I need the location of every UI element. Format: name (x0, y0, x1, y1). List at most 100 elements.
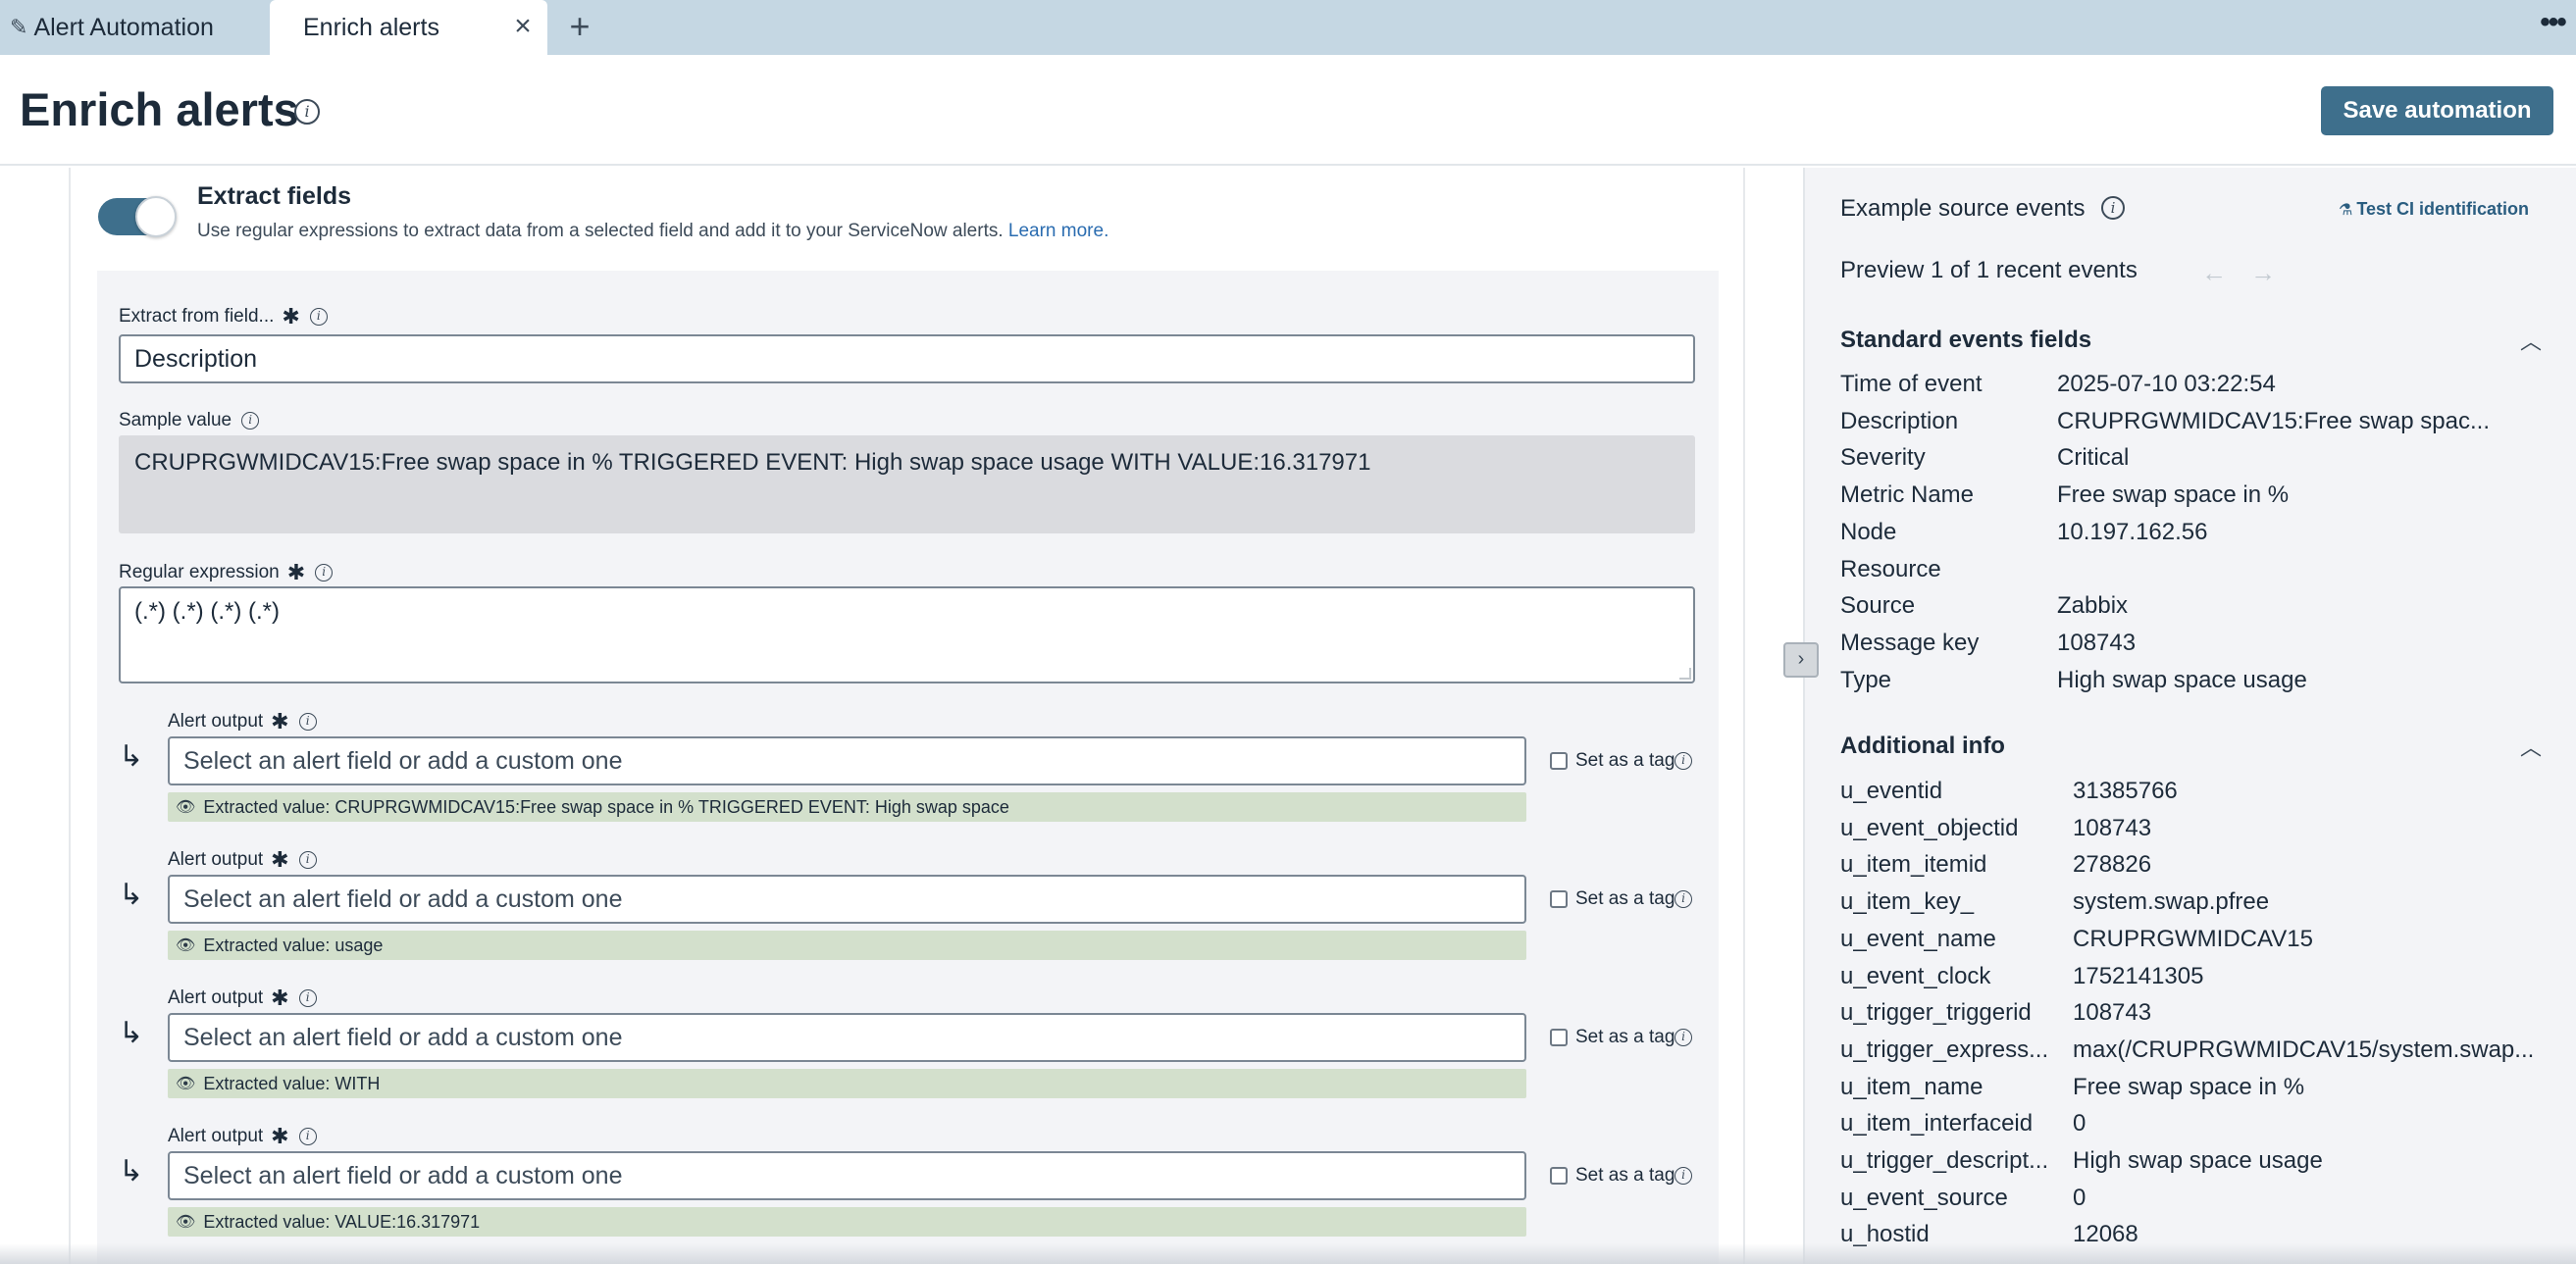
placeholder-text: Select an alert field or add a custom on… (183, 1023, 623, 1051)
tab-label: Alert Automation (33, 13, 214, 41)
field-key: u_item_key_ (1840, 888, 1975, 916)
field-key: u_event_name (1840, 925, 1996, 952)
set-as-tag-label: Set as a tag (1575, 888, 1675, 909)
label-text: Regular expression (119, 562, 280, 582)
label-text: Alert output (168, 1126, 264, 1146)
alert-output-label: Alert output ✱ i (168, 847, 317, 873)
required-icon: ✱ (271, 986, 289, 1010)
chevron-up-icon[interactable]: ︿ (2520, 325, 2542, 356)
label-text: Extract from field... (119, 306, 275, 327)
arrow-right-icon[interactable]: → (2250, 258, 2276, 288)
resize-handle[interactable] (1679, 668, 1691, 680)
tab-enrich-alerts[interactable]: Enrich alerts (270, 0, 547, 55)
field-value: Zabbix (2057, 592, 2129, 620)
eye-icon: 👁 (176, 1076, 196, 1092)
extracted-text: Extracted value: usage (203, 935, 384, 955)
extract-from-field-input[interactable]: Description (119, 334, 1695, 383)
chevron-up-icon[interactable]: ︿ (2520, 731, 2542, 762)
field-value: 0 (2073, 1184, 2087, 1211)
description-text: Use regular expressions to extract data … (197, 221, 1004, 241)
sample-value-label: Sample value i (119, 410, 260, 431)
alert-output-input[interactable]: Select an alert field or add a custom on… (168, 1151, 1526, 1200)
field-value: High swap space usage (2057, 666, 2307, 693)
alert-output-input[interactable]: Select an alert field or add a custom on… (168, 1013, 1526, 1062)
regex-label: Regular expression ✱ i (119, 560, 334, 585)
alert-output-label: Alert output ✱ i (168, 986, 317, 1011)
info-icon[interactable]: i (309, 308, 328, 326)
flask-icon: ⚗ (2339, 202, 2353, 219)
tab-alert-automation[interactable]: ✎ Alert Automation (0, 0, 226, 55)
extracted-text: Extracted value: WITH (203, 1073, 381, 1093)
divider (69, 168, 71, 1264)
more-options-icon[interactable]: ••• (2535, 8, 2570, 43)
alert-output-input[interactable]: Select an alert field or add a custom on… (168, 875, 1526, 924)
field-value: 0 (2073, 1110, 2087, 1138)
field-value: 108743 (2073, 814, 2152, 841)
set-as-tag-checkbox[interactable] (1550, 1167, 1568, 1185)
scroll-shadow (0, 1243, 2576, 1264)
label-text: Alert output (168, 711, 264, 732)
placeholder-text: Select an alert field or add a custom on… (183, 1161, 623, 1189)
eye-icon: 👁 (176, 937, 196, 954)
input-value: Description (134, 344, 258, 373)
extracted-text: Extracted value: CRUPRGWMIDCAV15:Free sw… (203, 796, 1009, 817)
info-icon[interactable]: i (1674, 1029, 1692, 1046)
field-key: Description (1840, 407, 1959, 434)
add-tab-icon[interactable]: + (564, 9, 595, 44)
field-key: u_item_interfaceid (1840, 1110, 2034, 1138)
label-text: Alert output (168, 849, 264, 870)
info-icon[interactable]: i (298, 1128, 317, 1145)
info-icon[interactable]: i (298, 713, 317, 731)
info-icon[interactable]: i (1674, 1167, 1692, 1185)
field-key: Time of event (1840, 371, 1983, 397)
field-key: u_eventid (1840, 778, 1943, 804)
field-key: u_item_name (1840, 1073, 1984, 1100)
field-value: 10.197.162.56 (2057, 518, 2208, 545)
label-text: Alert output (168, 987, 264, 1008)
field-key: Message key (1840, 629, 1980, 656)
required-icon: ✱ (271, 847, 289, 872)
info-icon[interactable]: i (2101, 196, 2125, 220)
field-value: High swap space usage (2073, 1147, 2323, 1174)
info-icon[interactable]: i (298, 989, 317, 1007)
field-value: 1752141305 (2073, 962, 2204, 989)
field-key: Resource (1840, 555, 1941, 582)
field-key: u_event_source (1840, 1184, 2008, 1211)
info-icon[interactable]: i (294, 99, 320, 125)
info-icon[interactable]: i (1674, 752, 1692, 770)
info-icon[interactable]: i (241, 412, 260, 430)
save-automation-button[interactable]: Save automation (2321, 86, 2553, 135)
return-arrow-icon: ↳ (119, 1155, 144, 1188)
extracted-value: 👁 Extracted value: usage (168, 931, 1526, 960)
set-as-tag-label: Set as a tag (1575, 1027, 1675, 1047)
field-key: u_trigger_express... (1840, 1036, 2049, 1063)
info-icon[interactable]: i (298, 851, 317, 869)
divider (1743, 168, 1745, 1264)
learn-more-link[interactable]: Learn more. (1008, 221, 1108, 241)
info-icon[interactable]: i (315, 564, 334, 581)
regex-textarea[interactable]: (.*) (.*) (.*) (.*) (119, 586, 1695, 683)
field-key: Node (1840, 518, 1897, 545)
return-arrow-icon: ↳ (119, 879, 144, 911)
alert-output-input[interactable]: Select an alert field or add a custom on… (168, 736, 1526, 785)
arrow-left-icon[interactable]: ← (2201, 258, 2227, 288)
placeholder-text: Select an alert field or add a custom on… (183, 746, 623, 775)
extracted-value: 👁 Extracted value: CRUPRGWMIDCAV15:Free … (168, 792, 1526, 822)
field-value: Critical (2057, 444, 2130, 472)
info-icon[interactable]: i (1674, 890, 1692, 908)
set-as-tag-label: Set as a tag (1575, 1165, 1675, 1186)
chevron-right-icon[interactable]: › (1783, 642, 1819, 678)
field-key: Severity (1840, 444, 1926, 472)
close-tab-icon[interactable]: × (508, 12, 538, 41)
required-icon: ✱ (271, 1124, 289, 1148)
test-ci-identification-link[interactable]: ⚗ Test CI identification (2339, 199, 2529, 220)
set-as-tag-checkbox[interactable] (1550, 752, 1568, 770)
extracted-value: 👁 Extracted value: VALUE:16.317971 (168, 1207, 1526, 1237)
extracted-text: Extracted value: VALUE:16.317971 (203, 1211, 481, 1232)
extract-fields-toggle[interactable] (98, 196, 177, 237)
label-text: Sample value (119, 410, 232, 430)
set-as-tag-checkbox[interactable] (1550, 1029, 1568, 1046)
set-as-tag-checkbox[interactable] (1550, 890, 1568, 908)
field-value: 108743 (2073, 999, 2152, 1027)
field-value: max(/CRUPRGWMIDCAV15/system.swap... (2073, 1036, 2535, 1063)
